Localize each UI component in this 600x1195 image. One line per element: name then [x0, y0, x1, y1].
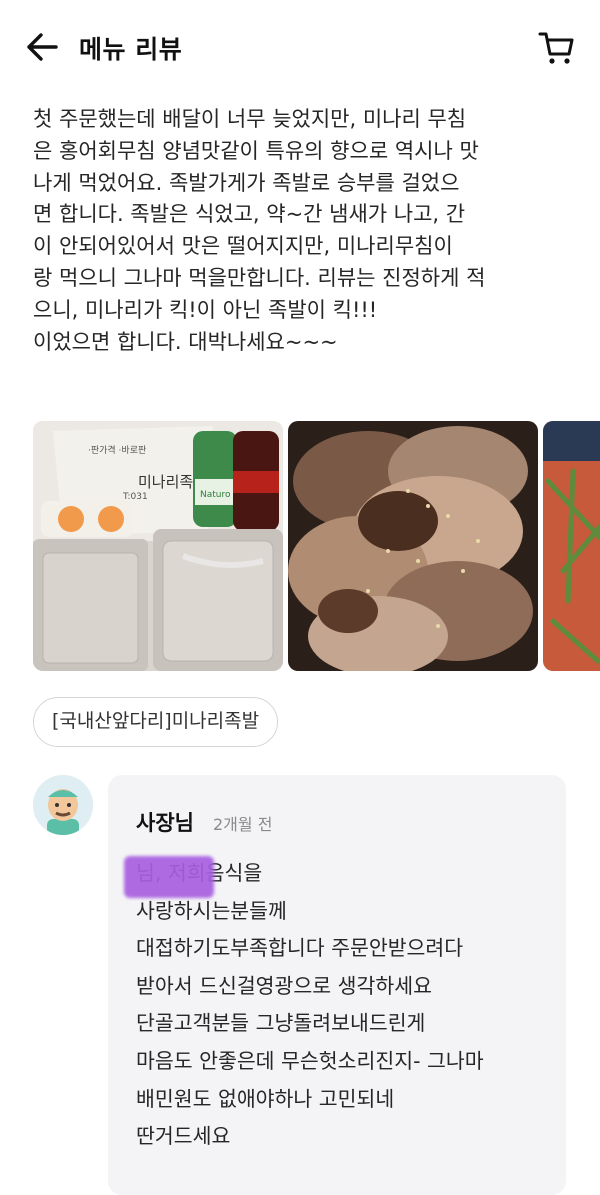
bottle-label: Naturo	[200, 490, 231, 500]
package-label-1: ·판가격 ·바로판	[88, 444, 146, 456]
review-photos[interactable]: ·판가격 ·바로판 미나리족발 T:031 Naturo	[33, 421, 600, 673]
delivery-package-photo[interactable]: ·판가격 ·바로판 미나리족발 T:031 Naturo	[33, 421, 283, 671]
redacted-username	[124, 856, 214, 898]
jokbal-photo[interactable]	[288, 421, 538, 671]
arrow-left-icon	[27, 33, 58, 61]
menu-chip[interactable]: [국내산앞다리]미나리족발	[33, 697, 279, 747]
cart-icon	[538, 32, 574, 64]
app-header: 메뉴 리뷰	[0, 0, 600, 96]
package-label-3: T:031	[122, 492, 148, 502]
review-text: 첫 주문했는데 배달이 너무 늦었지만, 미나리 무침 은 홍어회무침 양념맛같…	[33, 107, 486, 354]
reply-time: 2개월 전	[213, 815, 273, 834]
owner-avatar	[33, 775, 93, 835]
reply-text: 님, 저희음식을 사랑하시는분들께 대접하기도부족합니다 주문안받으려다 받아서…	[136, 861, 484, 1149]
owner-reply: 사장님 2개월 전 님, 저희음식을 사랑하시는분들께 대접하기도부족합니다 주…	[108, 775, 566, 1195]
cart-button[interactable]	[536, 28, 576, 68]
page-title: 메뉴 리뷰	[79, 35, 183, 64]
back-button[interactable]	[26, 32, 62, 62]
reply-author: 사장님	[136, 811, 194, 835]
minari-salad-photo[interactable]	[543, 421, 600, 671]
